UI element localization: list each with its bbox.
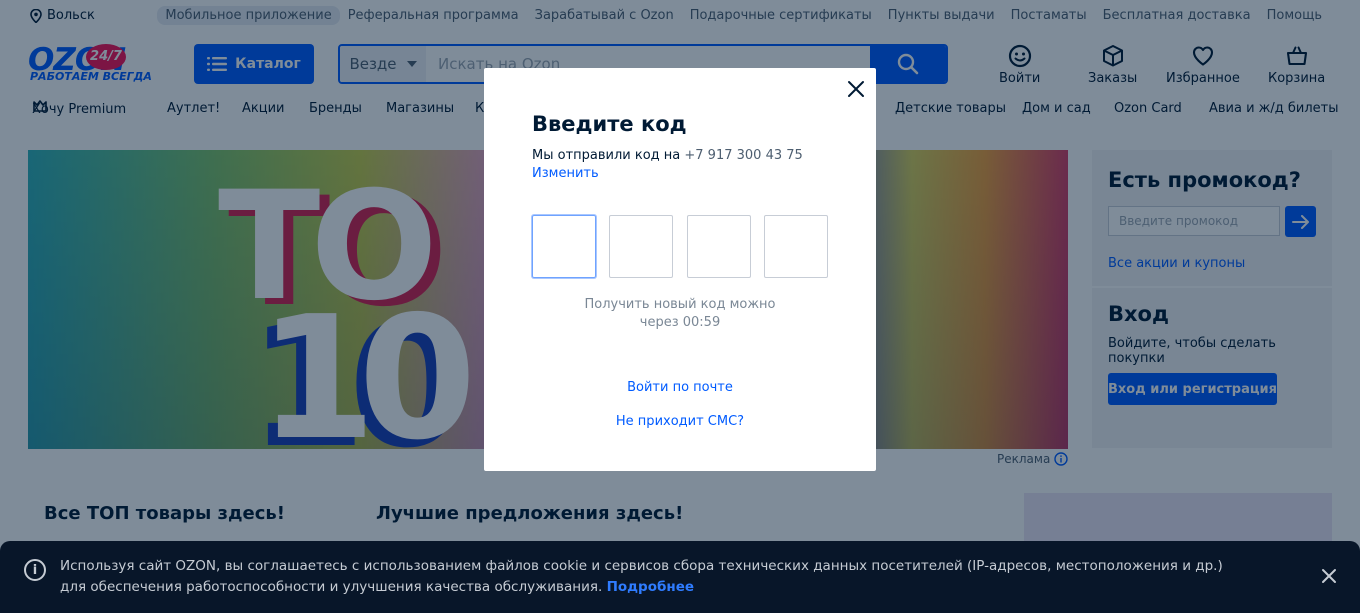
code-digit-input-2[interactable] [609, 215, 673, 278]
code-sent-prefix: Мы отправили код на [532, 148, 681, 163]
code-digit-input-3[interactable] [687, 215, 751, 278]
cookie-text-block: Используя сайт OZON, вы соглашаетесь с и… [60, 556, 1240, 598]
cookie-banner: i Используя сайт OZON, вы соглашаетесь с… [0, 541, 1360, 613]
code-digit-input-1[interactable] [532, 215, 596, 278]
close-icon[interactable] [1320, 567, 1338, 585]
modal-title: Введите код [532, 112, 687, 136]
cookie-more-link[interactable]: Подробнее [607, 579, 694, 595]
email-login-link[interactable]: Войти по почте [532, 380, 828, 395]
info-circle-icon: i [24, 559, 46, 581]
no-sms-link[interactable]: Не приходит СМС? [532, 414, 828, 429]
sms-code-modal: Введите код Мы отправили код на +7 917 3… [484, 68, 876, 471]
phone-number: +7 917 300 43 75 [684, 148, 803, 163]
resend-timer-line1: Получить новый код можно [584, 297, 776, 312]
resend-timer: Получить новый код можно через 00:59 [532, 296, 828, 332]
code-digit-input-4[interactable] [764, 215, 828, 278]
close-icon[interactable] [847, 80, 865, 98]
resend-timer-line2: через 00:59 [639, 315, 721, 330]
change-phone-link[interactable]: Изменить [532, 166, 599, 181]
code-sent-message: Мы отправили код на +7 917 300 43 75 [532, 148, 803, 163]
